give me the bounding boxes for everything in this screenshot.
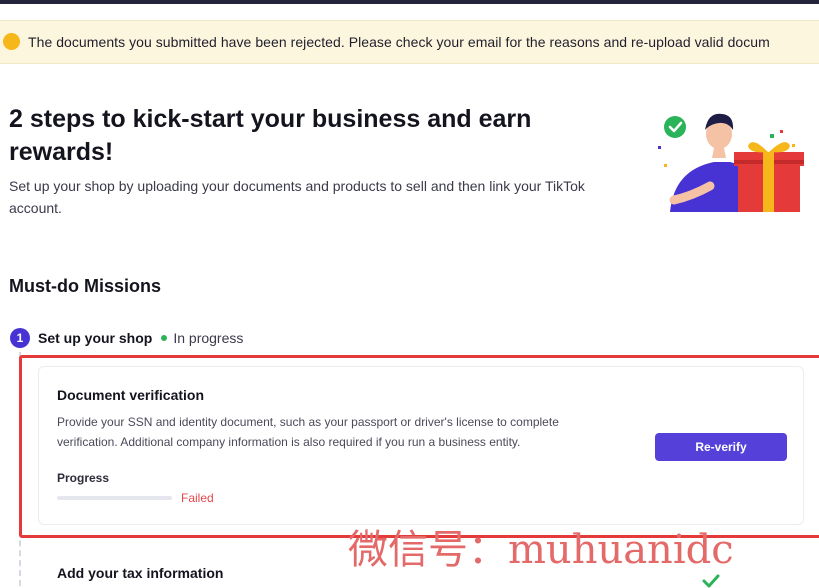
alert-message: The documents you submitted have been re… [28, 34, 770, 50]
next-task-title: Add your tax information [57, 565, 224, 581]
card-description: Provide your SSN and identity document, … [57, 415, 559, 449]
status-dot-icon [161, 335, 168, 341]
missions-heading: Must-do Missions [9, 276, 161, 296]
top-nav-strip [0, 0, 819, 4]
progress-bar [57, 496, 172, 500]
step-number-badge: 1 [10, 328, 30, 348]
progress-label: Progress [57, 471, 110, 485]
progress-status: Failed [181, 491, 214, 505]
watermark-overlay-text: 微信号：muhuanidc [348, 527, 734, 573]
document-verification-card: Document verification Provide your SSN a… [38, 366, 804, 525]
gift-person-illustration [658, 113, 804, 212]
rejection-alert-banner: The documents you submitted have been re… [0, 20, 819, 64]
reverify-button[interactable]: Re-verify [655, 433, 787, 461]
step-header: 1 Set up your shop In progress [10, 327, 243, 349]
card-title: Document verification [57, 387, 205, 403]
step-title: Set up your shop [38, 330, 153, 346]
warning-dot-icon [3, 33, 20, 50]
step-status: In progress [173, 330, 244, 346]
page-subtitle: Set up your shop by uploading your docum… [9, 178, 585, 216]
page-title: 2 steps to kick-start your business and … [9, 105, 532, 166]
